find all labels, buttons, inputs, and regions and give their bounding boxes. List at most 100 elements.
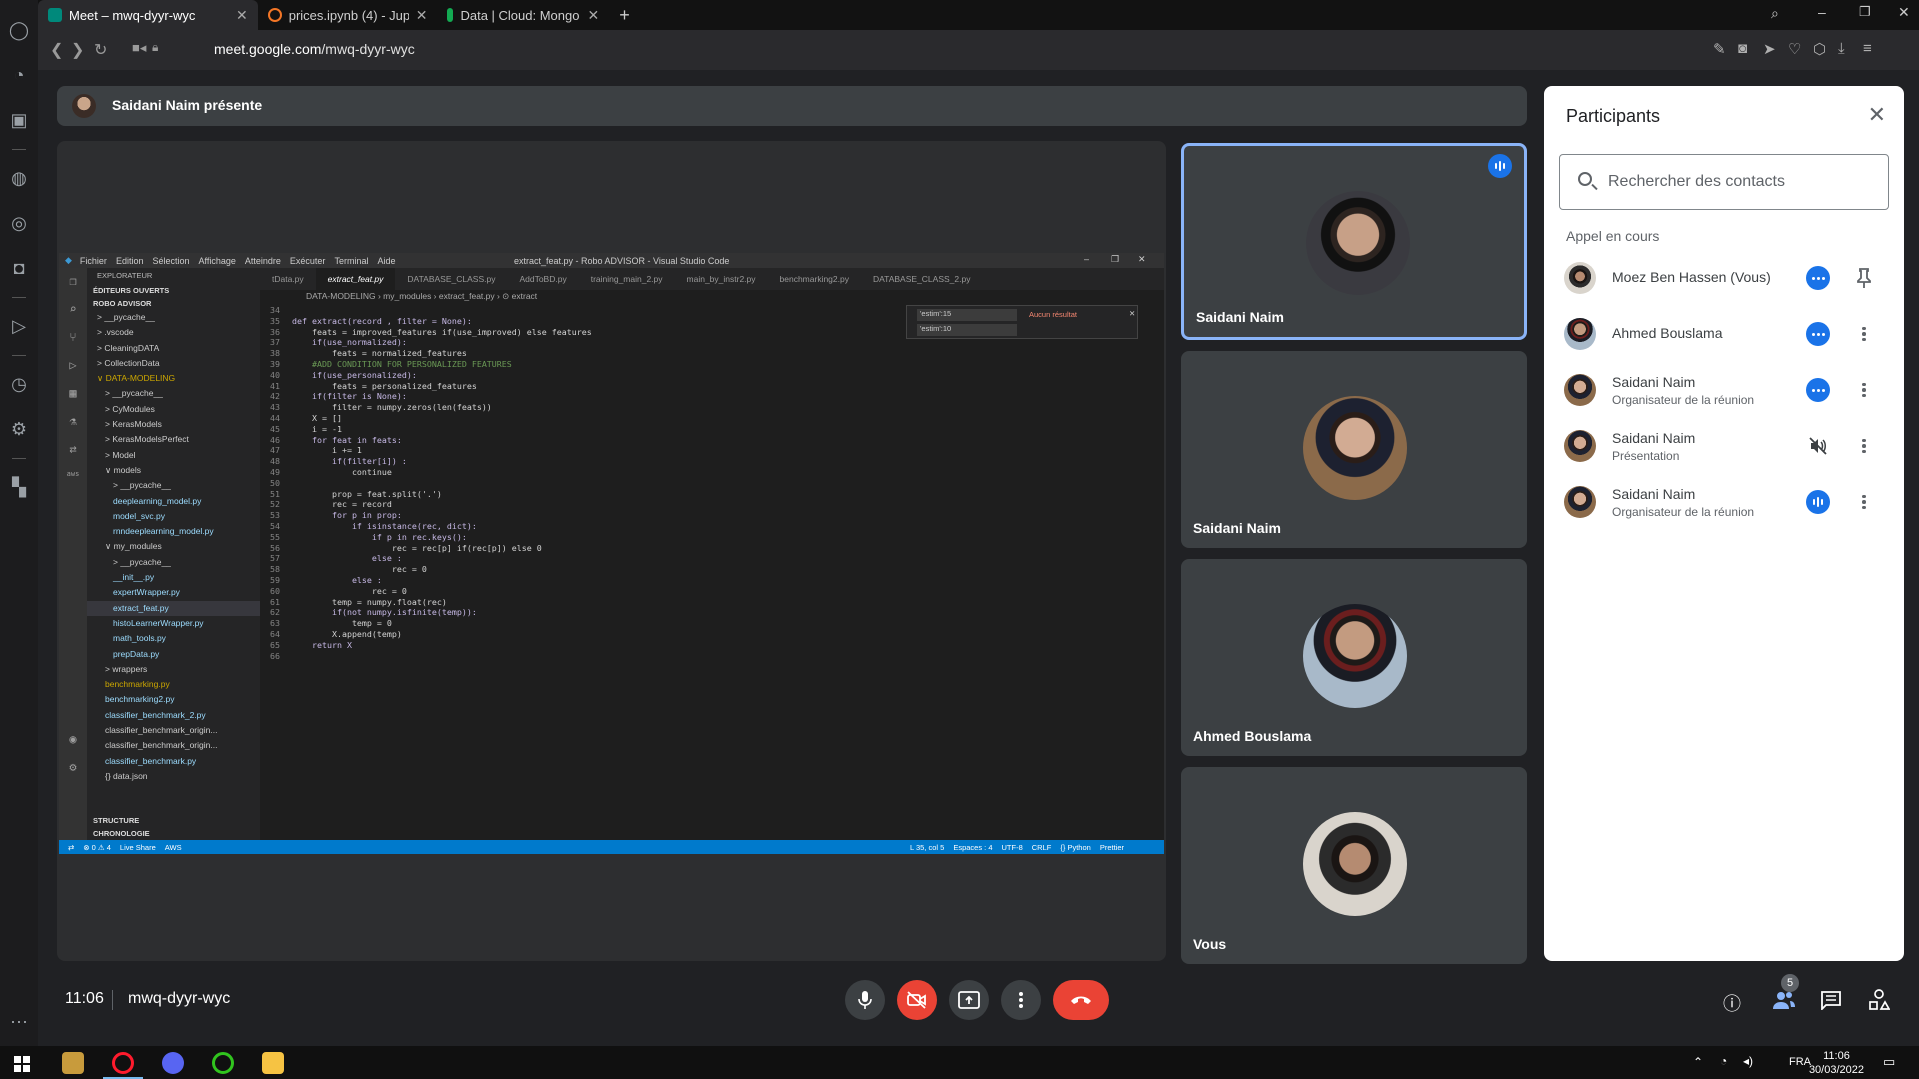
browser-tab[interactable]: Meet – mwq-dyyr-wyc ✕ — [38, 0, 258, 30]
file-tree-item[interactable]: classifier_benchmark_2.py — [87, 708, 260, 723]
remote-icon[interactable]: ⇄ — [69, 442, 76, 456]
file-tree-item[interactable]: benchmarking2.py — [87, 692, 260, 707]
camera-button[interactable] — [897, 980, 937, 1020]
tray-chevron-icon[interactable]: ⌃ — [1693, 1055, 1703, 1069]
extensions-icon[interactable]: ▚ — [0, 465, 38, 510]
instagram-icon[interactable]: ◘ — [0, 246, 38, 291]
discord-icon[interactable] — [162, 1052, 184, 1074]
activities-icon[interactable] — [1868, 989, 1890, 1011]
close-panel-icon[interactable]: ✕ — [1868, 102, 1886, 128]
status-indent[interactable]: Espaces : 4 — [953, 843, 992, 852]
kebab-menu-icon[interactable] — [1852, 490, 1876, 514]
opera-logo-icon[interactable]: ◯ — [0, 8, 38, 53]
status-language[interactable]: {} Python — [1060, 843, 1090, 852]
close-window-icon[interactable]: ✕ — [1898, 4, 1910, 21]
file-tree-item[interactable]: classifier_benchmark_origin... — [87, 738, 260, 753]
camera-permission-icon[interactable]: ■◂ — [132, 40, 146, 56]
close-icon[interactable]: ✕ — [1138, 254, 1146, 265]
status-liveshare[interactable]: Live Share — [120, 843, 156, 852]
status-position[interactable]: L 35, col 5 — [910, 843, 944, 852]
timeline-section[interactable]: CHRONOLOGIE — [87, 827, 150, 840]
video-tile[interactable]: Ahmed Bouslama — [1181, 559, 1527, 756]
menu-item[interactable]: Affichage — [199, 256, 236, 266]
participant-row[interactable]: Saidani Naim Présentation — [1544, 418, 1904, 474]
source-control-icon[interactable]: ⑂ — [69, 330, 76, 344]
menu-item[interactable]: Aide — [377, 256, 395, 266]
close-tab-icon[interactable]: ✕ — [236, 7, 248, 24]
file-tree-item[interactable]: > KerasModelsPerfect — [87, 432, 260, 447]
reload-icon[interactable]: ↻ — [94, 40, 107, 60]
file-tree-item[interactable]: > __pycache__ — [87, 386, 260, 401]
open-editors-section[interactable]: ÉDITEURS OUVERTS — [87, 284, 260, 297]
video-tile[interactable]: Saidani Naim — [1181, 143, 1527, 340]
editor-tab[interactable]: tData.py — [260, 268, 316, 290]
system-clock[interactable]: 11:06 30/03/2022 — [1809, 1049, 1864, 1077]
file-tree-item[interactable]: prepData.py — [87, 647, 260, 662]
forward-icon[interactable]: ❯ — [71, 40, 84, 60]
explorer-icon[interactable]: ❐ — [69, 274, 76, 288]
file-tree-item[interactable]: benchmarking.py — [87, 677, 260, 692]
file-tree-item[interactable]: > Model — [87, 448, 260, 463]
keyboard-language[interactable]: FRA — [1789, 1056, 1811, 1068]
file-explorer-icon[interactable] — [262, 1052, 284, 1074]
flow-icon[interactable]: ▷ — [0, 304, 38, 349]
edit-icon[interactable]: ✎ — [1713, 40, 1726, 58]
replace-input[interactable]: 'estim':10 — [917, 324, 1017, 336]
more-options-button[interactable] — [1001, 980, 1041, 1020]
close-tab-icon[interactable]: ✕ — [416, 7, 428, 24]
file-tree-item[interactable]: classifier_benchmark.py — [87, 754, 260, 769]
file-tree-item[interactable]: ∨ DATA-MODELING — [87, 371, 260, 386]
manage-icon[interactable]: ⚙ — [69, 760, 76, 774]
search-input[interactable]: Rechercher des contacts — [1559, 154, 1889, 210]
editor-tab[interactable]: AddToBD.py — [507, 268, 578, 290]
run-debug-icon[interactable]: ▷ — [69, 358, 76, 372]
status-eol[interactable]: CRLF — [1032, 843, 1052, 852]
chat-icon[interactable] — [1820, 990, 1842, 1010]
file-tree-item[interactable]: extract_feat.py — [87, 600, 260, 616]
file-tree-item[interactable]: > __pycache__ — [87, 555, 260, 570]
menu-item[interactable]: Sélection — [152, 256, 189, 266]
file-tree-item[interactable]: > KerasModels — [87, 417, 260, 432]
close-tab-icon[interactable]: ✕ — [587, 7, 599, 24]
participant-row[interactable]: Saidani Naim Organisateur de la réunion — [1544, 474, 1904, 530]
participant-row[interactable]: Ahmed Bouslama — [1544, 306, 1904, 362]
participant-row[interactable]: Moez Ben Hassen (Vous) — [1544, 250, 1904, 306]
editor-tab-active[interactable]: extract_feat.py — [315, 268, 396, 290]
lock-icon[interactable]: 🔒︎ — [152, 40, 158, 55]
status-prettier[interactable]: Prettier — [1100, 843, 1124, 852]
file-tree-item[interactable]: > __pycache__ — [87, 310, 260, 325]
menu-item[interactable]: Atteindre — [245, 256, 281, 266]
file-tree-item[interactable]: > .vscode — [87, 325, 260, 340]
video-tile[interactable]: Vous — [1181, 767, 1527, 964]
participants-icon[interactable] — [1772, 990, 1796, 1010]
url-field[interactable]: meet.google.com/mwq-dyyr-wyc — [214, 41, 415, 57]
whatsapp-icon[interactable]: ◎ — [0, 201, 38, 246]
remote-status-icon[interactable]: ⇄ — [68, 843, 74, 852]
aws-icon[interactable]: aws — [67, 470, 80, 478]
project-root[interactable]: ROBO ADVISOR — [87, 297, 260, 310]
minimize-icon[interactable]: – — [1818, 4, 1826, 20]
settings-icon[interactable]: ⚙ — [0, 407, 38, 452]
file-tree-item[interactable]: histoLearnerWrapper.py — [87, 616, 260, 631]
heart-icon[interactable]: ♡ — [1788, 40, 1801, 58]
snapshot-icon[interactable]: ◙ — [1738, 40, 1747, 57]
leave-call-button[interactable] — [1053, 980, 1109, 1020]
editor-tab[interactable]: benchmarking2.py — [768, 268, 861, 290]
search-icon[interactable]: ⌕ — [69, 302, 76, 316]
download-icon[interactable]: ⤓ — [1838, 40, 1845, 57]
windows-start-icon[interactable] — [14, 1056, 30, 1072]
menu-item[interactable]: Exécuter — [290, 256, 326, 266]
file-tree-item[interactable]: > wrappers — [87, 662, 260, 677]
info-icon[interactable]: ⓘ — [1723, 990, 1741, 1016]
wifi-icon[interactable]: ◔ — [1720, 1054, 1727, 1068]
more-options-button[interactable] — [1806, 322, 1830, 346]
file-tree-item[interactable]: > CleaningDATA — [87, 341, 260, 356]
extensions-icon[interactable]: ▦ — [69, 386, 76, 400]
menu-icon[interactable]: ≡ — [1863, 40, 1872, 57]
breadcrumb[interactable]: DATA-MODELING › my_modules › extract_fea… — [260, 290, 1164, 303]
send-icon[interactable]: ➤ — [1763, 40, 1776, 58]
menu-item[interactable]: Edition — [116, 256, 144, 266]
editor-tab[interactable]: DATABASE_CLASS_2.py — [861, 268, 982, 290]
structure-section[interactable]: STRUCTURE — [87, 814, 139, 827]
present-button[interactable] — [949, 980, 989, 1020]
